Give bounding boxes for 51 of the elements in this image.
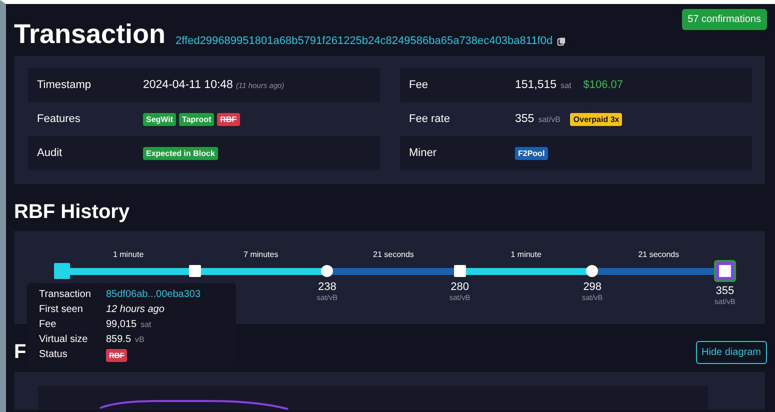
timeline-node[interactable]	[321, 265, 334, 277]
section-heading: RBF History	[14, 200, 131, 225]
interval-label: 1 minute	[510, 249, 542, 261]
badge: F2Pool	[515, 146, 548, 160]
tooltip-value: 859.5	[106, 334, 132, 345]
tooltip-label: First seen	[39, 304, 84, 315]
badge: RBF	[217, 112, 240, 126]
txid-link[interactable]: 2ffed299689951801a68b5791f261225b24c8249586ba65a738ec403ba811f0d	[176, 35, 553, 47]
timeline-node[interactable]	[188, 265, 201, 277]
interval-label: 21 seconds	[638, 249, 680, 261]
detail-label: Fee	[409, 79, 429, 91]
confirmations-badge: 57 confirmations	[682, 8, 767, 30]
unit-label: sat	[560, 80, 572, 90]
tooltip-label: Fee	[39, 319, 58, 330]
tooltip-value: 99,015	[106, 319, 137, 330]
interval-label: 1 minute	[112, 249, 144, 261]
txid-link[interactable]: 85df06ab...00eba303	[106, 289, 201, 300]
detail-label: Features	[37, 113, 82, 125]
hide-diagram-button[interactable]: Hide diagram	[696, 340, 767, 364]
unit-label: vB	[135, 335, 144, 344]
detail-label: Fee rate	[409, 113, 451, 125]
interval-label: 21 seconds	[373, 249, 414, 261]
detail-label: Timestamp	[37, 79, 92, 91]
detail-label: Miner	[409, 147, 438, 159]
fiat-value: $106.07	[583, 79, 624, 91]
badge: SegWit	[143, 112, 176, 126]
timeline-node[interactable]	[454, 265, 466, 277]
tooltip-value: 12 hours ago	[106, 304, 164, 315]
tooltip-label: Transaction	[39, 289, 92, 300]
timeline-node[interactable]	[716, 262, 734, 280]
unit-label: sat	[140, 320, 152, 329]
timeline-node[interactable]	[54, 263, 70, 279]
badge: Overpaid 3x	[570, 112, 622, 126]
fee-rate: 238	[318, 281, 336, 293]
fee-rate: 298	[583, 281, 602, 293]
detail-label: Audit	[37, 147, 64, 159]
fee-rate: 280	[450, 281, 469, 293]
tooltip-label: Status	[39, 349, 68, 362]
timeline-node[interactable]	[586, 265, 598, 277]
copy-icon[interactable]	[556, 36, 566, 46]
page-title: Transaction	[14, 18, 166, 50]
detail-value: 2024-04-11 10:48	[143, 79, 233, 91]
badge: Taproot	[179, 112, 214, 126]
fee-rate: 355	[716, 285, 734, 297]
badge: Expected in Block	[143, 146, 218, 160]
interval-label: 7 minutes	[244, 249, 278, 261]
detail-value: 151,515	[515, 79, 557, 91]
unit-label: sat/vB	[538, 114, 560, 124]
detail-value: 355	[515, 113, 534, 125]
tooltip-label: Virtual size	[39, 334, 89, 345]
section-heading: F	[14, 340, 26, 364]
